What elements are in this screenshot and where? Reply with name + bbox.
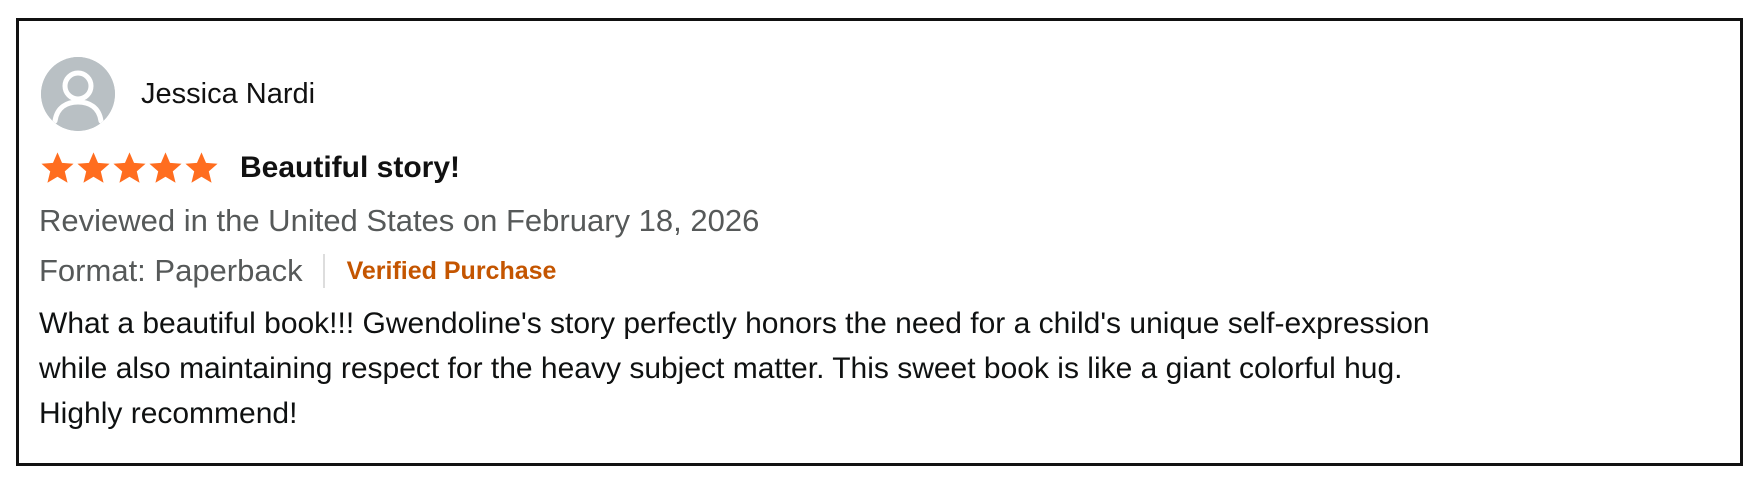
- rating-title-row: Beautiful story!: [40, 151, 460, 185]
- review-body-line: What a beautiful book!!! Gwendoline's st…: [39, 307, 1430, 340]
- star-filled-icon: [77, 152, 110, 183]
- star-filled-icon: [185, 152, 218, 183]
- review-body-line: while also maintaining respect for the h…: [39, 352, 1403, 385]
- reviewer-name[interactable]: Jessica Nardi: [141, 78, 315, 111]
- star-filled-icon: [41, 152, 74, 183]
- review-body-line: Highly recommend!: [39, 397, 298, 430]
- review-body: What a beautiful book!!! Gwendoline's st…: [39, 301, 1729, 436]
- user-avatar-icon[interactable]: [41, 57, 115, 131]
- review-card: Jessica Nardi Beautiful story! Reviewed …: [16, 18, 1743, 466]
- review-title[interactable]: Beautiful story!: [240, 151, 460, 185]
- format-label[interactable]: Format: Paperback: [39, 253, 303, 289]
- avatar-silhouette: [41, 57, 115, 131]
- star-filled-icon: [149, 152, 182, 183]
- meta-divider: [322, 254, 325, 288]
- reviewer-header: Jessica Nardi: [41, 57, 315, 131]
- star-rating[interactable]: [40, 151, 220, 185]
- review-date: Reviewed in the United States on Februar…: [39, 203, 760, 238]
- verified-purchase-badge: Verified Purchase: [346, 256, 557, 285]
- review-meta: Format: Paperback Verified Purchase: [39, 253, 556, 289]
- star-filled-icon: [113, 152, 146, 183]
